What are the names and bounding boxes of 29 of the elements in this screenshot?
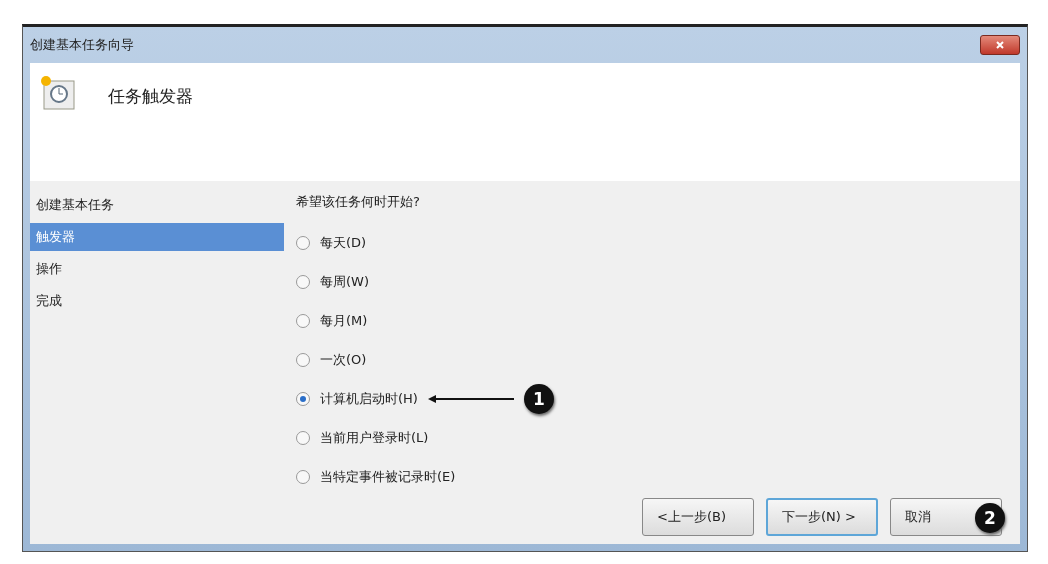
option-label: 当前用户登录时(L): [320, 428, 429, 447]
radio-button[interactable]: [296, 430, 310, 445]
option-label: 每天(D): [320, 233, 367, 252]
option-label: 当特定事件被记录时(E): [320, 467, 456, 486]
page-title: 任务触发器: [108, 85, 193, 108]
step-item: 触发器: [30, 223, 284, 251]
step-item: 创建基本任务: [35, 196, 115, 214]
radio-button[interactable]: [296, 352, 310, 367]
callout-number: 2: [975, 503, 1005, 533]
radio-button[interactable]: [296, 235, 310, 250]
option-label: 每周(W): [320, 272, 369, 291]
dialog-button[interactable]: 取消 2: [890, 498, 1002, 536]
option-label: 每月(M): [320, 311, 368, 330]
step-item: 完成: [35, 292, 63, 310]
radio-button[interactable]: [296, 469, 310, 484]
radio-button[interactable]: [296, 391, 310, 406]
close-icon: [995, 40, 1005, 50]
dialog-button[interactable]: <上一步(B): [642, 498, 754, 536]
option-label: 一次(O): [320, 350, 367, 369]
radio-button[interactable]: [296, 313, 310, 328]
option-label: 计算机启动时(H): [320, 389, 418, 408]
question-text: 希望该任务何时开始?: [296, 193, 421, 211]
step-item: 操作: [35, 260, 63, 278]
radio-button[interactable]: [296, 274, 310, 289]
task-clock-icon: [38, 73, 78, 113]
close-button[interactable]: [980, 35, 1020, 55]
callout-number: 1: [523, 383, 554, 414]
window-title: 创建基本任务向导: [30, 36, 134, 54]
dialog-button[interactable]: 下一步(N) >: [766, 498, 878, 536]
